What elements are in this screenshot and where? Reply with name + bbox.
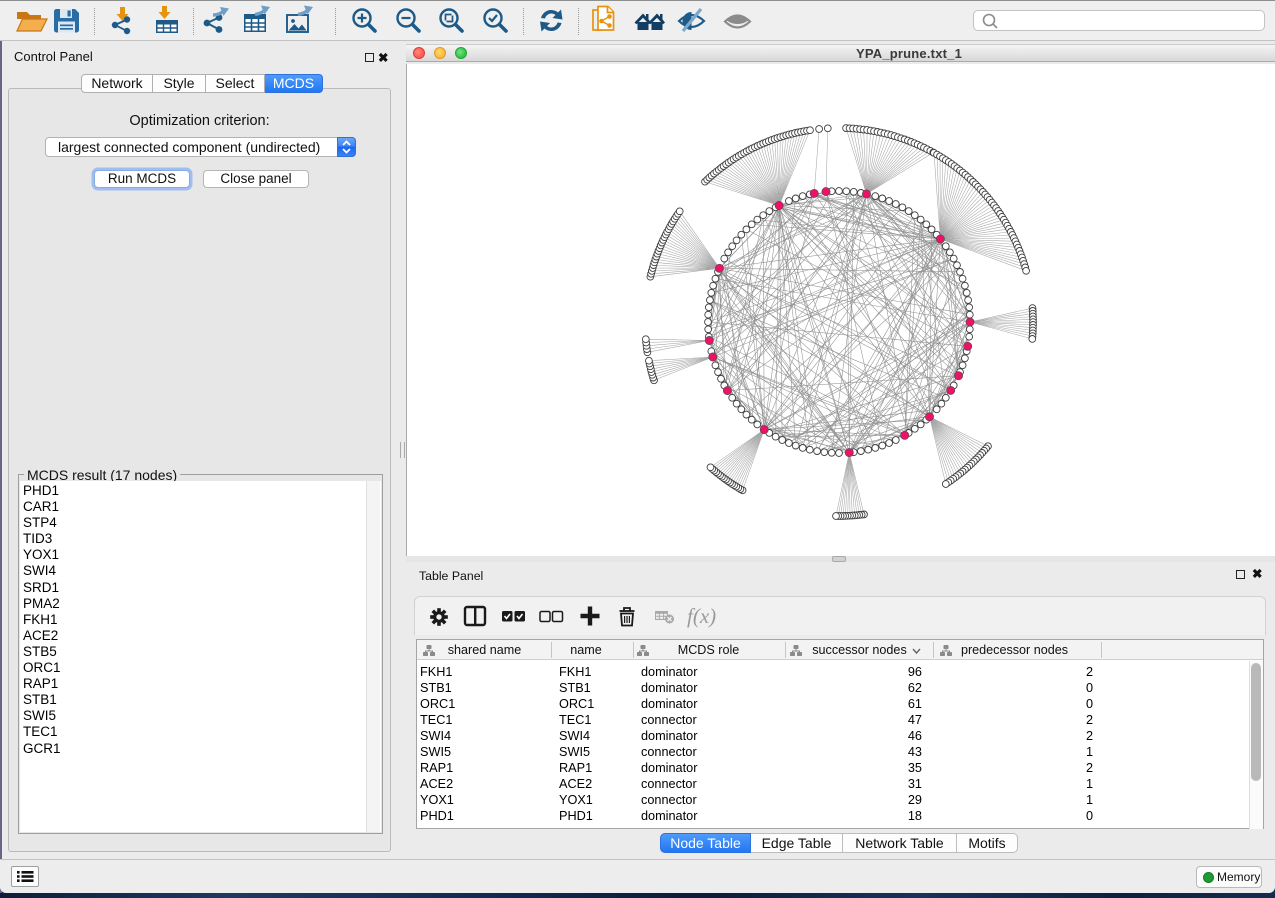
- svg-text:f(x): f(x): [687, 604, 716, 628]
